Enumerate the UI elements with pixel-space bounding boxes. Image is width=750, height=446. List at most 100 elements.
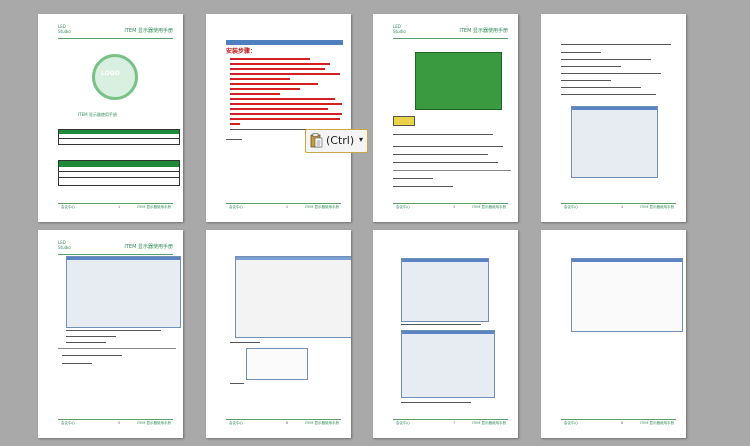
page-footer: 会议中心 4 ITEM 显示器使用手册 (561, 203, 676, 210)
footer-right: ITEM 显示器使用手册 (639, 205, 674, 209)
page-footer: 会议中心 2 ITEM 显示器使用手册 (226, 203, 341, 210)
text-line (561, 87, 641, 88)
application-screenshot (571, 258, 683, 332)
screenshot-titlebar (402, 259, 488, 262)
text-line (230, 68, 325, 70)
page-heading: 安装步骤： (226, 48, 257, 55)
page-8[interactable]: 会议中心 8 ITEM 显示器使用手册 (541, 230, 686, 438)
footer-left: 会议中心 (564, 421, 578, 425)
text-line (230, 88, 300, 90)
text-line (230, 63, 330, 65)
footer-left: 会议中心 (61, 205, 75, 209)
dialog-screenshot (571, 106, 658, 178)
text-line (561, 66, 621, 67)
page-footer: 会议中心 7 ITEM 显示器使用手册 (393, 419, 508, 426)
chevron-down-icon: ▾ (359, 135, 364, 144)
footer-left: 会议中心 (396, 205, 410, 209)
screenshot-titlebar (236, 257, 351, 260)
page-header: LED Studio ITEM 显示器使用手册 (58, 24, 173, 39)
table-header (59, 130, 179, 134)
header-title: ITEM 显示器使用手册 (459, 28, 508, 34)
cover-table-2 (58, 160, 180, 186)
text-line (230, 98, 335, 100)
cover-title: ITEM 显示器使用手册 (78, 112, 117, 117)
footer-right: ITEM 显示器使用手册 (136, 205, 171, 209)
circuit-board-image (415, 52, 502, 110)
editor-screenshot (235, 256, 351, 338)
header-title: ITEM 显示器使用手册 (124, 244, 173, 250)
paste-options-button[interactable]: (Ctrl) ▾ (305, 129, 368, 153)
page-number: 7 (453, 421, 456, 425)
text-line (393, 186, 453, 187)
page-1[interactable]: LED Studio ITEM 显示器使用手册 LOGO ITEM 显示器使用手… (38, 14, 183, 222)
footer-left: 会议中心 (61, 421, 75, 425)
footer-right: ITEM 显示器使用手册 (136, 421, 171, 425)
cover-logo-icon: LOGO (92, 54, 138, 100)
header-logo: LED Studio (58, 24, 71, 34)
text-line (561, 80, 611, 81)
page-number: 3 (453, 205, 456, 209)
text-line (62, 363, 92, 364)
paste-options-label: (Ctrl) (326, 134, 355, 147)
text-line (66, 342, 106, 343)
text-line (230, 78, 290, 80)
page-6[interactable]: 会议中心 6 ITEM 显示器使用手册 (206, 230, 351, 438)
page-footer: 会议中心 1 ITEM 显示器使用手册 (58, 203, 173, 210)
footer-left: 会议中心 (229, 421, 243, 425)
footer-right: ITEM 显示器使用手册 (471, 205, 506, 209)
page-number: 2 (286, 205, 289, 209)
dialog-screenshot (401, 258, 489, 322)
page-footer: 会议中心 5 ITEM 显示器使用手册 (58, 419, 173, 426)
text-line (230, 103, 342, 105)
page-number: 5 (118, 421, 121, 425)
text-line (230, 342, 260, 343)
page-5[interactable]: LED Studio ITEM 显示器使用手册 会议中心 5 ITEM 显示器使… (38, 230, 183, 438)
page-3[interactable]: LED Studio ITEM 显示器使用手册 会议中心 3 ITEM 显示器使… (373, 14, 518, 222)
page-footer: 会议中心 6 ITEM 显示器使用手册 (226, 419, 341, 426)
text-line (561, 94, 656, 95)
screenshot-titlebar (67, 257, 180, 260)
text-line (393, 134, 493, 135)
text-line (230, 83, 318, 85)
page-header: LED Studio ITEM 显示器使用手册 (393, 24, 508, 39)
legend-box (393, 116, 415, 126)
cover-table-1 (58, 129, 180, 145)
screenshot-titlebar (572, 259, 682, 262)
text-line (401, 324, 481, 325)
text-line (561, 52, 601, 53)
footer-right: ITEM 显示器使用手册 (304, 205, 339, 209)
text-line (401, 402, 471, 403)
screenshot-titlebar (402, 331, 494, 334)
text-line (230, 108, 328, 110)
page-footer: 会议中心 3 ITEM 显示器使用手册 (393, 203, 508, 210)
clipboard-icon (310, 133, 323, 148)
menu-screenshot (246, 348, 308, 380)
table-row (59, 138, 179, 139)
footer-right: ITEM 显示器使用手册 (471, 421, 506, 425)
page-header: LED Studio ITEM 显示器使用手册 (58, 240, 173, 255)
text-line (230, 118, 340, 120)
footer-left: 会议中心 (229, 205, 243, 209)
section-divider (393, 170, 511, 171)
header-logo: LED Studio (58, 240, 71, 250)
table-row (59, 171, 179, 172)
text-line (62, 355, 122, 356)
section-divider (58, 348, 176, 349)
page-7[interactable]: 会议中心 7 ITEM 显示器使用手册 (373, 230, 518, 438)
text-line (226, 139, 242, 140)
section-band (226, 40, 343, 45)
footer-left: 会议中心 (564, 205, 578, 209)
footer-right: ITEM 显示器使用手册 (304, 421, 339, 425)
text-line (230, 73, 340, 75)
text-line (393, 162, 498, 163)
page-number: 6 (286, 421, 289, 425)
dialog-screenshot (401, 330, 495, 398)
page-2[interactable]: 安装步骤： 会议中心 2 ITEM 显示器使用手册 (206, 14, 351, 222)
table-header (59, 161, 179, 167)
footer-right: ITEM 显示器使用手册 (639, 421, 674, 425)
text-line (230, 58, 310, 60)
screenshot-titlebar (572, 107, 657, 110)
page-4[interactable]: 会议中心 4 ITEM 显示器使用手册 (541, 14, 686, 222)
text-line (561, 44, 671, 45)
dialog-screenshot (66, 256, 181, 328)
